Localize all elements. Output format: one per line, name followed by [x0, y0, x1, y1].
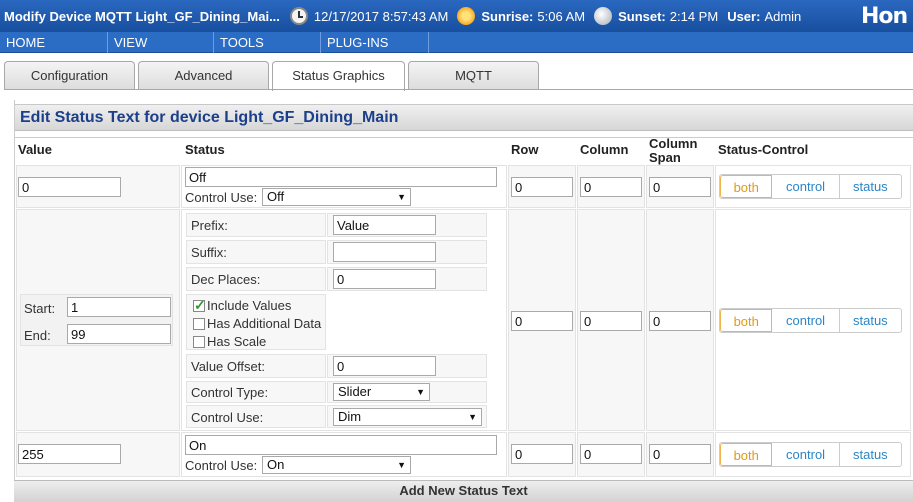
sunset-time: 2:14 PM — [669, 8, 719, 24]
menu-home[interactable]: HOME — [0, 32, 108, 53]
prefix-input[interactable] — [333, 215, 436, 235]
row-input[interactable] — [511, 177, 573, 197]
menu-view[interactable]: VIEW — [108, 32, 214, 53]
column-span-input[interactable] — [649, 311, 711, 331]
tab-advanced[interactable]: Advanced — [138, 61, 269, 90]
status-control-both[interactable]: both — [720, 309, 773, 332]
panel-header: Edit Status Text for device Light_GF_Din… — [15, 104, 913, 131]
status-text-input[interactable] — [185, 167, 497, 187]
current-datetime: 12/17/2017 8:57:43 AM — [313, 8, 449, 24]
dropdown-arrow-icon: ▼ — [416, 387, 425, 397]
status-control-status[interactable]: status — [840, 175, 901, 198]
menu-tools[interactable]: TOOLS — [214, 32, 321, 53]
panel-title: Edit Status Text for device Light_GF_Din… — [20, 109, 399, 126]
clock-icon — [289, 7, 308, 25]
sunset-label: Sunset: — [618, 8, 666, 24]
dec-places-input[interactable] — [333, 269, 436, 289]
control-use-value: Off — [267, 189, 285, 204]
prefix-label: Prefix: — [191, 218, 228, 233]
include-values-checkbox[interactable] — [193, 297, 206, 314]
start-label: Start: — [24, 301, 56, 316]
app-logo: Hon — [861, 4, 908, 29]
has-scale-label: Has Scale — [207, 334, 267, 349]
control-use-select[interactable]: Dim ▼ — [333, 408, 482, 426]
has-scale-checkbox[interactable] — [193, 336, 205, 348]
col-column: Column — [580, 142, 629, 157]
column-span-input[interactable] — [649, 444, 711, 464]
control-type-label: Control Type: — [191, 385, 269, 400]
main-menu: HOME VIEW TOOLS PLUG-INS — [0, 32, 913, 53]
suffix-input[interactable] — [333, 242, 436, 262]
control-use-label: Control Use: — [191, 410, 264, 425]
dropdown-arrow-icon: ▼ — [397, 460, 406, 470]
status-text-input[interactable] — [185, 435, 497, 455]
value-input[interactable] — [18, 177, 121, 197]
control-type-select[interactable]: Slider ▼ — [333, 383, 430, 401]
status-control-control[interactable]: control — [772, 443, 840, 466]
col-status-control: Status-Control — [718, 142, 809, 157]
sunrise-time: 5:06 AM — [537, 8, 586, 24]
status-control-both[interactable]: both — [720, 443, 773, 466]
col-status: Status — [185, 142, 225, 157]
control-use-value: Dim — [338, 409, 362, 424]
control-use-label: Control Use: — [185, 458, 258, 473]
add-status-text-button[interactable]: Add New Status Text — [14, 480, 913, 502]
value-offset-label: Value Offset: — [191, 359, 265, 374]
status-control-both[interactable]: both — [720, 175, 773, 198]
control-use-value: On — [267, 457, 285, 472]
row-input[interactable] — [511, 311, 573, 331]
col-span-line1: Column — [649, 136, 698, 151]
column-span-input[interactable] — [649, 177, 711, 197]
suffix-label: Suffix: — [191, 245, 227, 260]
end-label: End: — [24, 328, 51, 343]
include-values-label: Include Values — [207, 298, 292, 313]
status-control-control[interactable]: control — [772, 309, 840, 332]
status-control-toggle: both control status — [719, 308, 902, 333]
user-name: Admin — [764, 8, 802, 24]
page-title: Modify Device MQTT Light_GF_Dining_Mai..… — [4, 8, 280, 24]
title-bar: Modify Device MQTT Light_GF_Dining_Mai..… — [0, 0, 913, 32]
value-input[interactable] — [18, 444, 121, 464]
column-input[interactable] — [580, 311, 642, 331]
dropdown-arrow-icon: ▼ — [397, 192, 406, 202]
col-value: Value — [18, 142, 52, 157]
dropdown-arrow-icon: ▼ — [468, 412, 477, 422]
tab-configuration[interactable]: Configuration — [4, 61, 135, 90]
row-input[interactable] — [511, 444, 573, 464]
column-input[interactable] — [580, 444, 642, 464]
control-use-select[interactable]: On ▼ — [262, 456, 411, 474]
status-control-status[interactable]: status — [840, 309, 901, 332]
value-offset-input[interactable] — [333, 356, 436, 376]
status-control-control[interactable]: control — [772, 175, 840, 198]
has-additional-data-checkbox[interactable] — [193, 318, 205, 330]
menu-plugins[interactable]: PLUG-INS — [321, 32, 429, 53]
tab-status-graphics[interactable]: Status Graphics — [272, 61, 405, 91]
control-use-label: Control Use: — [185, 190, 258, 205]
range-end-input[interactable] — [67, 324, 171, 344]
col-column-span: Column Span — [649, 137, 697, 165]
tab-mqtt[interactable]: MQTT — [408, 61, 539, 90]
range-start-input[interactable] — [67, 297, 171, 317]
tab-divider — [4, 89, 913, 90]
control-use-select[interactable]: Off ▼ — [262, 188, 411, 206]
has-additional-data-label: Has Additional Data — [207, 316, 322, 331]
control-type-value: Slider — [338, 384, 372, 399]
col-row: Row — [511, 142, 539, 157]
dec-places-label: Dec Places: — [191, 272, 261, 287]
column-input[interactable] — [580, 177, 642, 197]
moon-icon — [594, 7, 613, 25]
status-control-toggle: both control status — [719, 174, 902, 199]
sun-icon — [457, 7, 476, 25]
sunrise-label: Sunrise: — [481, 8, 534, 24]
status-control-status[interactable]: status — [840, 443, 901, 466]
status-control-toggle: both control status — [719, 442, 902, 467]
col-span-line2: Span — [649, 150, 681, 165]
user-label: User: — [727, 8, 761, 24]
